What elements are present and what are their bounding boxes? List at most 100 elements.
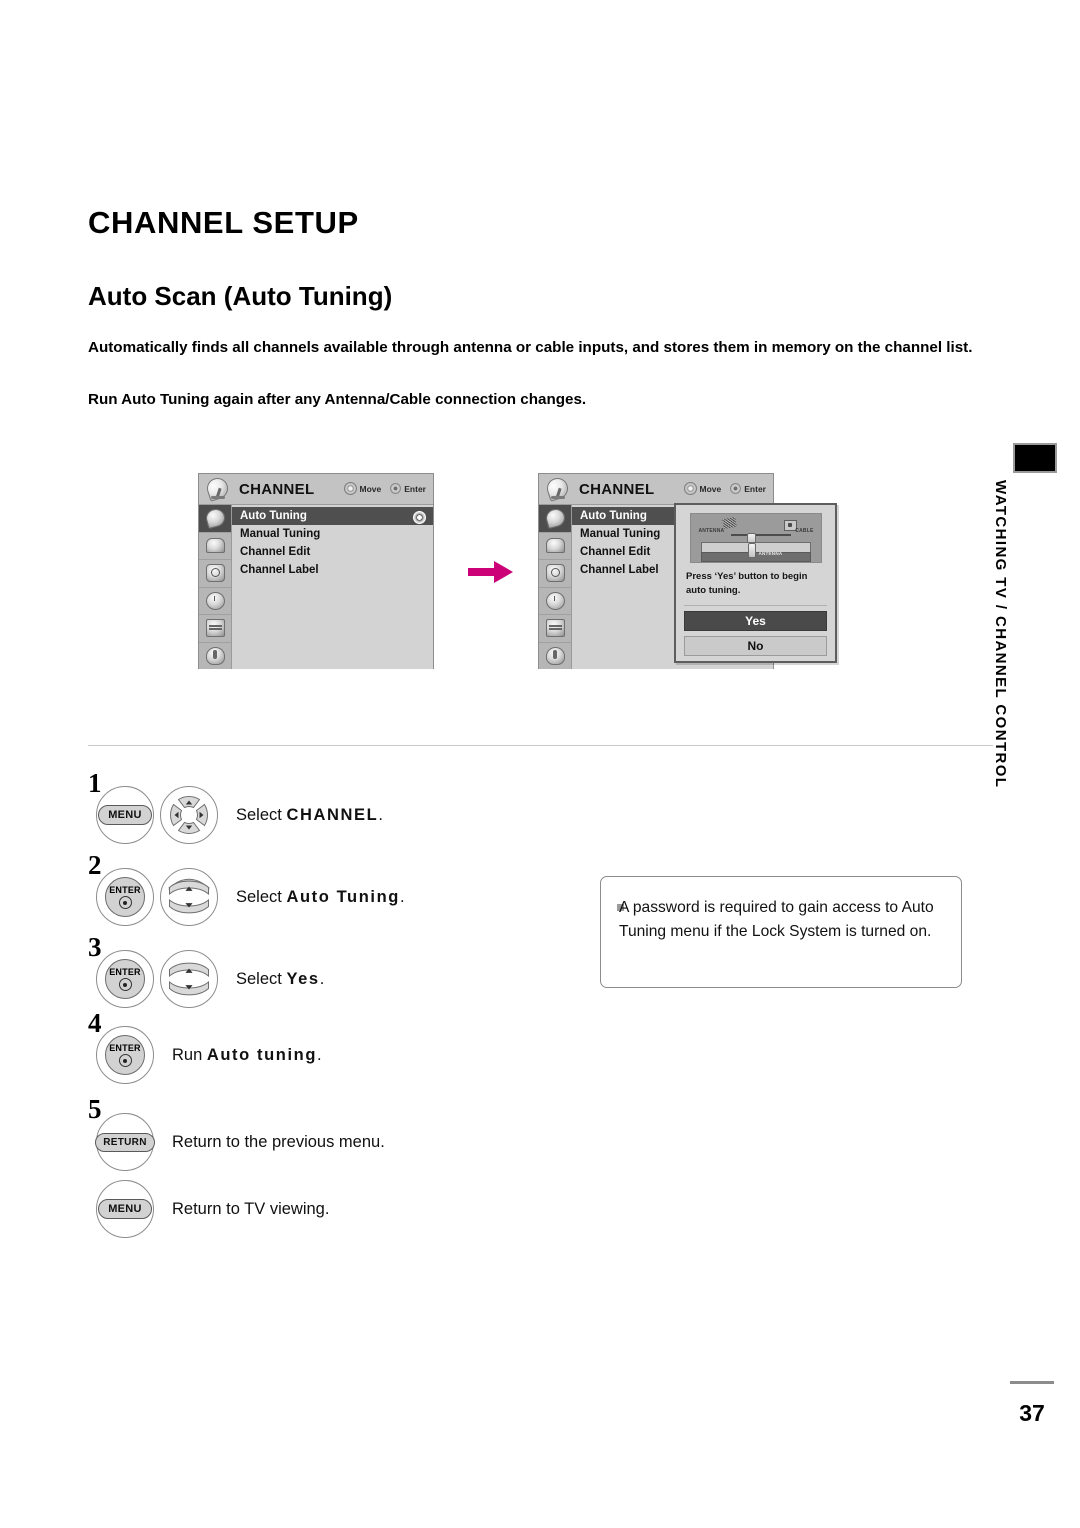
step-text-prefix: Select bbox=[236, 969, 287, 988]
hint-move-label: Move bbox=[359, 483, 382, 494]
enter-button-icon bbox=[390, 483, 402, 494]
tv-menu-screen-1: CHANNEL Move Enter Auto Tuning Manual Tu… bbox=[198, 473, 434, 669]
picture-icon bbox=[545, 538, 565, 554]
step-row-3: ENTER Select Yes. bbox=[96, 950, 324, 1008]
four-way-wheel-icon[interactable] bbox=[160, 786, 218, 844]
sidebar-item-lock[interactable] bbox=[199, 643, 231, 670]
menu-item-label: Channel Edit bbox=[240, 546, 311, 558]
step-text-prefix: Select bbox=[236, 887, 287, 906]
step-description-5: Return to the previous menu. bbox=[172, 1132, 385, 1151]
menu-button-label: MENU bbox=[98, 1199, 152, 1219]
tv-menu-sidebar bbox=[199, 505, 232, 669]
no-button[interactable]: No bbox=[684, 636, 827, 656]
audio-icon bbox=[545, 564, 565, 583]
navigation-wheel-icon bbox=[343, 482, 357, 495]
step-description-3: Select Yes. bbox=[236, 970, 324, 989]
menu-item-label: Auto Tuning bbox=[240, 510, 307, 522]
step-description-2: Select Auto Tuning. bbox=[236, 888, 405, 907]
step-row-2: ENTER Select Auto Tuning. bbox=[96, 868, 405, 926]
option-icon bbox=[545, 619, 565, 638]
menu-item-label: Channel Label bbox=[580, 564, 659, 576]
dialog-message: Press ‘Yes’ button to begin auto tuning. bbox=[686, 571, 808, 596]
menu-item-label: Channel Edit bbox=[580, 546, 651, 558]
sidebar-item-time[interactable] bbox=[539, 588, 571, 615]
tv-menu-header: CHANNEL Move Enter bbox=[199, 474, 433, 505]
page-title: CHANNEL SETUP bbox=[88, 205, 359, 240]
sidebar-item-channel[interactable] bbox=[199, 505, 231, 533]
option-icon bbox=[205, 619, 225, 638]
hint-move-label: Move bbox=[699, 483, 722, 494]
antenna-input-label: ANTENNA bbox=[758, 551, 783, 556]
menu-button-label: MENU bbox=[98, 805, 152, 825]
sidebar-item-picture[interactable] bbox=[199, 533, 231, 560]
step-text-suffix: . bbox=[378, 805, 383, 824]
enter-dot-icon bbox=[118, 896, 132, 909]
step-text-prefix: Run bbox=[172, 1045, 207, 1064]
menu-button[interactable]: MENU bbox=[96, 1180, 154, 1238]
up-down-rocker-icon[interactable] bbox=[160, 868, 218, 926]
hint-move: Move bbox=[343, 482, 382, 495]
picture-icon bbox=[205, 538, 225, 554]
step-text-prefix: Select bbox=[236, 805, 287, 824]
time-icon bbox=[545, 591, 565, 610]
sidebar-item-audio[interactable] bbox=[539, 560, 571, 588]
auto-tuning-dialog: ANTENNA CABLE ANTENNA Press ‘Yes’ button… bbox=[674, 503, 837, 663]
tv-menu-title: CHANNEL bbox=[239, 480, 315, 498]
menu-item-label: Channel Label bbox=[240, 564, 319, 576]
radio-selected-icon bbox=[413, 511, 426, 524]
sidebar-item-time[interactable] bbox=[199, 588, 231, 615]
intro-paragraph: Automatically finds all channels availab… bbox=[88, 339, 973, 356]
antenna-label: ANTENNA bbox=[698, 528, 725, 534]
step-description-6: Return to TV viewing. bbox=[172, 1199, 330, 1218]
side-tab-marker bbox=[1013, 443, 1057, 473]
menu-button[interactable]: MENU bbox=[96, 786, 154, 844]
lock-icon bbox=[545, 646, 565, 665]
sidebar-item-audio[interactable] bbox=[199, 560, 231, 588]
enter-button-label: ENTER bbox=[109, 1043, 141, 1053]
cable-label: CABLE bbox=[795, 528, 814, 534]
enter-button[interactable]: ENTER bbox=[96, 1026, 154, 1084]
step-text-suffix: . bbox=[317, 1045, 322, 1064]
satellite-dish-icon bbox=[203, 475, 235, 502]
audio-icon bbox=[205, 564, 225, 583]
antenna-cable-diagram: ANTENNA CABLE ANTENNA bbox=[689, 513, 822, 563]
lock-icon bbox=[205, 646, 225, 665]
step-row-5: RETURN Return to the previous menu. bbox=[95, 1113, 385, 1171]
enter-button[interactable]: ENTER bbox=[96, 950, 154, 1008]
enter-button-label: ENTER bbox=[109, 967, 141, 977]
sidebar-item-option[interactable] bbox=[199, 615, 231, 643]
yes-button[interactable]: Yes bbox=[684, 611, 827, 631]
satellite-dish-icon bbox=[543, 475, 575, 502]
menu-item-channel-label[interactable]: Channel Label bbox=[232, 561, 433, 579]
hint-enter: Enter bbox=[730, 483, 766, 494]
manual-page: CHANNEL SETUP Auto Scan (Auto Tuning) Au… bbox=[0, 0, 1080, 1528]
menu-item-auto-tuning[interactable]: Auto Tuning bbox=[232, 507, 433, 525]
return-button[interactable]: RETURN bbox=[95, 1113, 155, 1171]
step-row-4: ENTER Run Auto tuning. bbox=[96, 1026, 322, 1084]
navigation-wheel-icon bbox=[683, 482, 697, 495]
up-down-rocker-icon[interactable] bbox=[160, 950, 218, 1008]
menu-item-label: Manual Tuning bbox=[240, 528, 321, 540]
enter-button-icon bbox=[730, 483, 742, 494]
step-description-4: Run Auto tuning. bbox=[172, 1046, 322, 1065]
sidebar-item-picture[interactable] bbox=[539, 533, 571, 560]
sidebar-item-channel[interactable] bbox=[539, 505, 571, 533]
menu-item-label: Manual Tuning bbox=[580, 528, 661, 540]
tv-menu-sidebar bbox=[539, 505, 572, 669]
step-text-emphasis: Auto tuning bbox=[206, 1045, 318, 1064]
enter-button[interactable]: ENTER bbox=[96, 868, 154, 926]
tv-menu-title: CHANNEL bbox=[579, 480, 655, 498]
hint-enter: Enter bbox=[390, 483, 426, 494]
step-text-emphasis: Yes bbox=[286, 969, 320, 988]
enter-dot-icon bbox=[118, 978, 132, 991]
menu-item-manual-tuning[interactable]: Manual Tuning bbox=[232, 525, 433, 543]
time-icon bbox=[205, 591, 225, 610]
wire-horizontal bbox=[730, 534, 791, 536]
menu-item-channel-edit[interactable]: Channel Edit bbox=[232, 543, 433, 561]
dialog-separator bbox=[684, 605, 827, 606]
section-divider bbox=[88, 745, 993, 746]
tv-menu-body: Auto Tuning Manual Tuning Channel Edit C… bbox=[199, 505, 433, 669]
enter-button-label: ENTER bbox=[109, 885, 141, 895]
sidebar-item-lock[interactable] bbox=[539, 643, 571, 670]
sidebar-item-option[interactable] bbox=[539, 615, 571, 643]
